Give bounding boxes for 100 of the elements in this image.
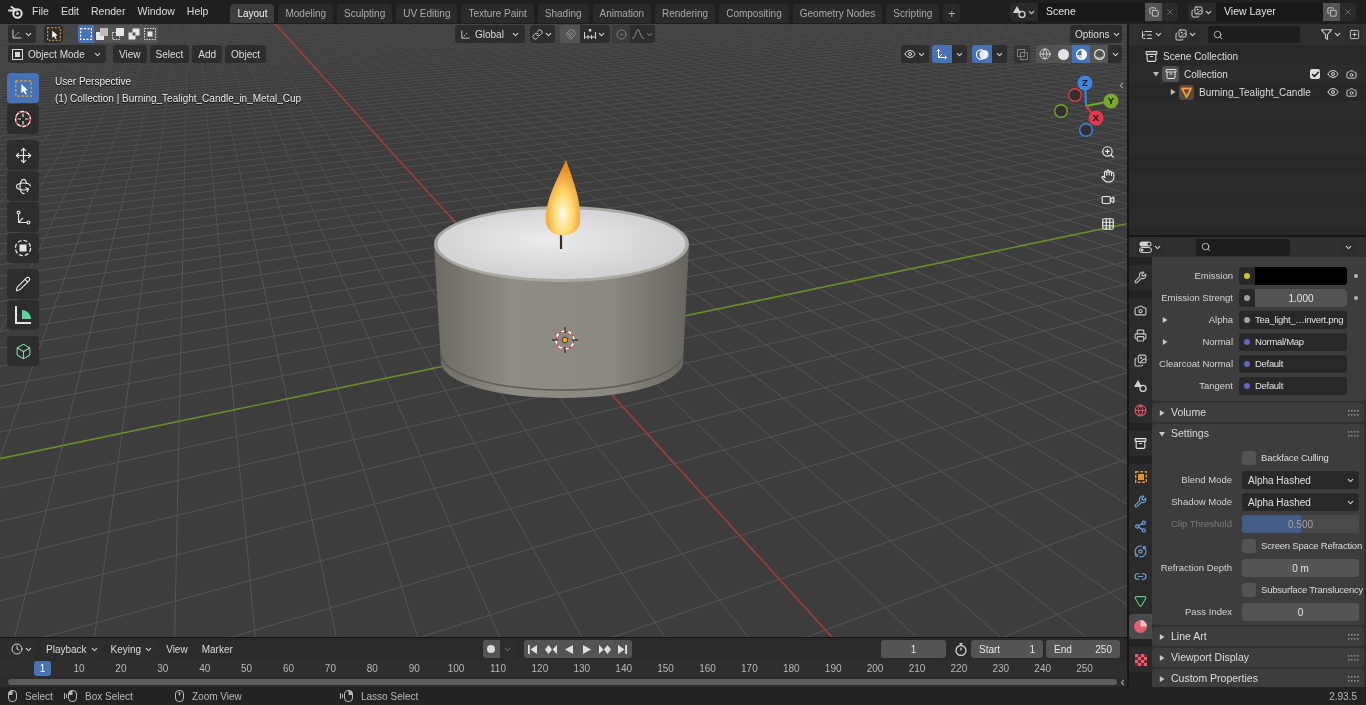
mode-dropdown[interactable]: Object Mode <box>8 45 106 63</box>
tool-button[interactable] <box>7 336 39 366</box>
app-logo-icon[interactable] <box>8 5 23 19</box>
axis-handle[interactable]: Y <box>1085 93 1119 109</box>
current-frame-marker[interactable]: 1 <box>34 661 51 676</box>
properties-tab[interactable] <box>1129 464 1152 489</box>
expand-arrow-icon[interactable] <box>1159 675 1165 682</box>
negative-axis-handle[interactable] <box>1054 104 1068 118</box>
xray-toggle[interactable] <box>1014 45 1030 63</box>
scrollbar[interactable] <box>8 679 1117 685</box>
properties-tab[interactable] <box>1129 614 1152 639</box>
tool-button[interactable] <box>7 202 39 232</box>
orientation-dropdown[interactable]: Global <box>455 25 525 43</box>
workspace-tab[interactable]: Geometry Nodes <box>792 3 883 23</box>
checkbox[interactable] <box>1310 69 1320 79</box>
panel-header[interactable]: Volume <box>1152 403 1364 422</box>
outliner-item-label[interactable]: Collection <box>1184 66 1228 82</box>
dropdown[interactable]: Alpha Hashed <box>1242 493 1359 511</box>
auto-keying-toggle[interactable] <box>482 640 500 658</box>
expand-arrow-icon[interactable] <box>1159 430 1165 437</box>
linked-input-field[interactable]: Default <box>1239 377 1347 395</box>
expand-arrow-icon[interactable] <box>1153 71 1159 77</box>
proportional-edit-toggle[interactable] <box>612 25 630 43</box>
linked-input-field[interactable]: Default <box>1239 355 1347 373</box>
tool-button[interactable] <box>7 300 39 330</box>
expand-arrow-icon[interactable] <box>1159 633 1165 640</box>
properties-tab[interactable] <box>1129 431 1152 456</box>
tool-button[interactable] <box>7 104 39 134</box>
view-layer-name-field[interactable]: View Layer <box>1216 3 1323 21</box>
camera-icon[interactable] <box>1346 68 1357 80</box>
number-field[interactable]: 0 <box>1242 603 1359 621</box>
workspace-tab[interactable]: Rendering <box>655 3 716 23</box>
workspace-tab[interactable]: Texture Paint <box>461 3 534 23</box>
properties-tab[interactable] <box>1129 589 1152 614</box>
copy-button[interactable] <box>1323 3 1340 21</box>
menu-button[interactable]: View <box>160 640 194 658</box>
preview-range-toggle[interactable] <box>952 640 969 658</box>
select-mode-button[interactable] <box>78 25 94 43</box>
tool-button[interactable] <box>7 269 39 299</box>
tool-button[interactable] <box>44 25 63 43</box>
playback-button[interactable] <box>523 640 542 658</box>
expand-arrow-icon[interactable] <box>1159 409 1165 416</box>
workspace-tab[interactable]: Scripting <box>886 3 940 23</box>
shading-mode-button[interactable] <box>1036 45 1054 63</box>
panel-header[interactable]: Settings <box>1152 424 1364 443</box>
select-mode-button[interactable] <box>126 25 142 43</box>
scene-name-field[interactable]: Scene <box>1038 3 1145 21</box>
3d-viewport[interactable]: Global Options Object Mode View Select Add Object User Perspective (1) Collection | Burning_Tealight_Candle_in_Metal_Cup Z Y X <box>0 24 1127 637</box>
menu-button[interactable]: Window <box>131 2 181 22</box>
workspace-tab[interactable]: Sculpting <box>337 3 393 23</box>
workspace-tab[interactable]: Layout <box>230 3 275 23</box>
options-dropdown[interactable]: Options <box>1070 25 1122 43</box>
number-field[interactable]: 0 m <box>1242 559 1359 577</box>
snap-toggle[interactable] <box>560 25 580 43</box>
number-field[interactable]: 1.000 <box>1239 289 1347 307</box>
shading-mode-button[interactable] <box>1090 45 1108 63</box>
start-frame-field[interactable]: Start 1 <box>971 640 1043 658</box>
gizmo-toggle[interactable] <box>932 45 952 63</box>
expand-arrow-icon[interactable] <box>1162 339 1168 345</box>
eye-icon[interactable] <box>1327 68 1339 80</box>
menu-button[interactable]: Select <box>149 45 190 63</box>
menu-button[interactable]: View <box>113 45 147 63</box>
dot-icon[interactable] <box>1354 274 1358 278</box>
visibility-dropdown[interactable] <box>901 45 929 63</box>
workspace-tab[interactable]: Compositing <box>719 3 789 23</box>
menu-button[interactable]: File <box>26 2 55 22</box>
menu-button[interactable]: Object <box>225 45 266 63</box>
workspace-tab[interactable]: Animation <box>592 3 651 23</box>
panel-header[interactable]: Custom Properties <box>1152 669 1364 687</box>
panel-header[interactable]: Viewport Display <box>1152 648 1364 667</box>
properties-tab[interactable] <box>1129 298 1152 323</box>
dot-icon[interactable] <box>1354 296 1358 300</box>
menu-button[interactable]: Marker <box>195 640 239 658</box>
checkbox-label[interactable]: Subsurface Translucency <box>1261 582 1364 598</box>
current-frame-field[interactable]: 1 <box>881 640 946 658</box>
outliner-item-label[interactable]: Burning_Tealight_Candle <box>1199 84 1311 100</box>
overlays-dropdown[interactable] <box>992 45 1007 63</box>
scene-selector-button[interactable] <box>1010 3 1038 21</box>
panel-header[interactable]: Line Art <box>1152 627 1364 646</box>
select-mode-button[interactable] <box>110 25 126 43</box>
menu-button[interactable]: Edit <box>54 2 85 22</box>
overlays-toggle[interactable] <box>972 45 992 63</box>
eye-icon[interactable] <box>1327 86 1339 98</box>
end-frame-field[interactable]: End 250 <box>1046 640 1120 658</box>
checkbox-label[interactable]: Backface Culling <box>1261 450 1329 466</box>
checkbox-label[interactable]: Screen Space Refraction <box>1261 538 1362 554</box>
select-mode-button[interactable] <box>94 25 110 43</box>
search-field[interactable] <box>1196 238 1290 256</box>
tool-button[interactable] <box>7 171 39 201</box>
camera-icon[interactable] <box>1346 86 1357 98</box>
tool-button[interactable] <box>7 233 39 263</box>
select-mode-button[interactable] <box>142 25 158 43</box>
expand-arrow-icon[interactable] <box>1162 317 1168 323</box>
falloff-dropdown[interactable] <box>630 25 655 43</box>
chevron-left-icon[interactable] <box>1117 81 1126 90</box>
outliner-item-label[interactable]: Scene Collection <box>1163 48 1239 64</box>
snap-target-dropdown[interactable] <box>580 25 610 43</box>
negative-axis-handle[interactable] <box>1079 123 1093 137</box>
linked-input-field[interactable]: Normal/Map <box>1239 333 1347 351</box>
workspace-tab[interactable]: Modeling <box>278 3 334 23</box>
